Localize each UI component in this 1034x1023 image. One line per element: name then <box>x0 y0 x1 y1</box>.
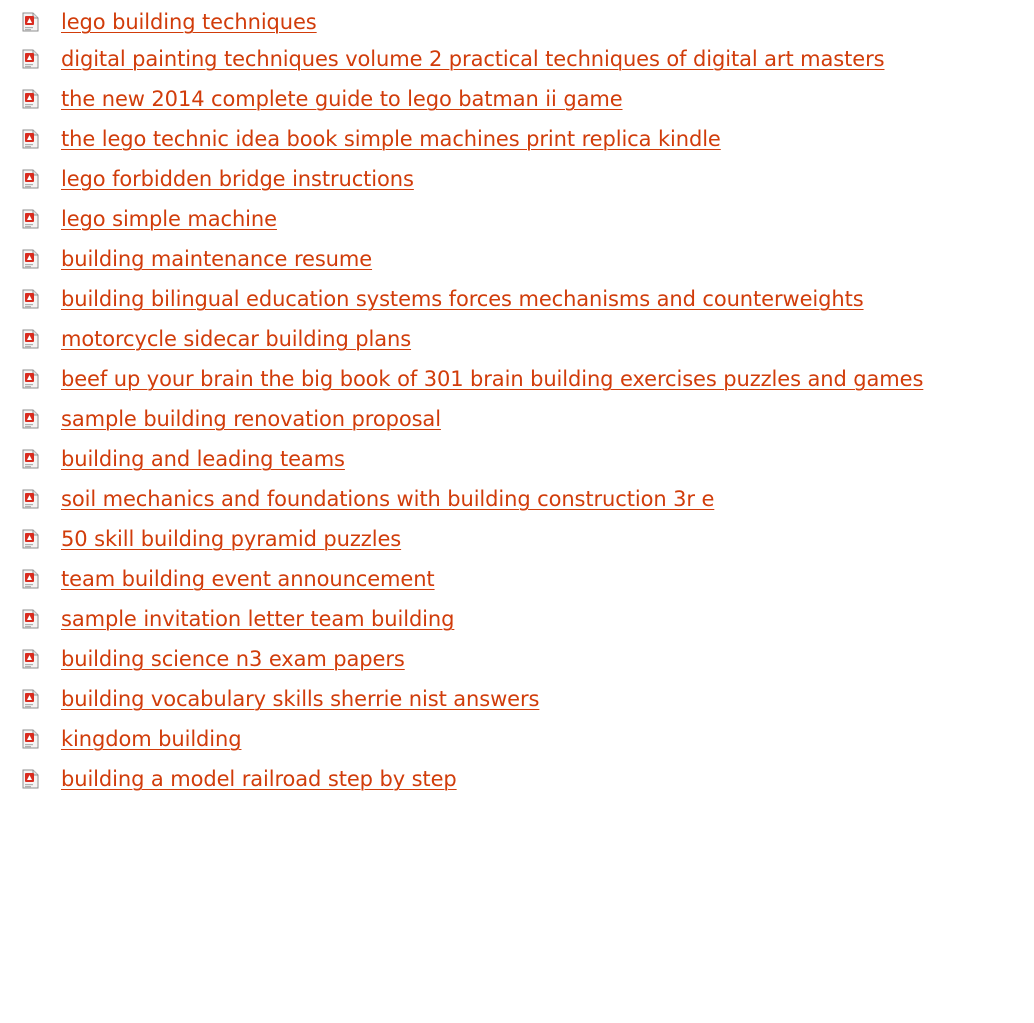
pdf-file-icon <box>22 769 39 789</box>
list-item: the lego technic idea book simple machin… <box>0 120 1034 160</box>
pdf-file-icon <box>22 529 39 549</box>
document-link[interactable]: lego building techniques <box>61 9 317 35</box>
list-item: building bilingual education systems for… <box>0 280 1034 320</box>
list-item: beef up your brain the big book of 301 b… <box>0 360 1034 400</box>
document-link[interactable]: motorcycle sidecar building plans <box>61 326 411 352</box>
list-item: soil mechanics and foundations with buil… <box>0 480 1034 520</box>
document-link[interactable]: kingdom building <box>61 726 242 752</box>
pdf-file-icon <box>22 449 39 469</box>
pdf-file-icon <box>22 409 39 429</box>
list-item: lego building techniques <box>0 3 1034 43</box>
list-item: building science n3 exam papers <box>0 640 1034 680</box>
list-item: kingdom building <box>0 720 1034 760</box>
document-link[interactable]: building science n3 exam papers <box>61 646 405 672</box>
document-link[interactable]: the lego technic idea book simple machin… <box>61 126 721 152</box>
pdf-file-icon <box>22 369 39 389</box>
list-item: digital painting techniques volume 2 pra… <box>0 40 1034 80</box>
list-item: the new 2014 complete guide to lego batm… <box>0 80 1034 120</box>
pdf-file-icon <box>22 169 39 189</box>
document-link[interactable]: soil mechanics and foundations with buil… <box>61 486 714 512</box>
document-link[interactable]: building a model railroad step by step <box>61 766 457 792</box>
document-link[interactable]: sample invitation letter team building <box>61 606 454 632</box>
document-link[interactable]: 50 skill building pyramid puzzles <box>61 526 401 552</box>
list-item: building a model railroad step by step <box>0 760 1034 800</box>
document-link[interactable]: lego simple machine <box>61 206 277 232</box>
pdf-file-icon <box>22 89 39 109</box>
document-link[interactable]: lego forbidden bridge instructions <box>61 166 414 192</box>
pdf-link-list: lego building techniques digital painting… <box>0 0 1034 1023</box>
list-item: building vocabulary skills sherrie nist … <box>0 680 1034 720</box>
pdf-file-icon <box>22 129 39 149</box>
list-item: sample building renovation proposal <box>0 400 1034 440</box>
list-item: team building event announcement <box>0 560 1034 600</box>
pdf-file-icon <box>22 649 39 669</box>
list-item: 50 skill building pyramid puzzles <box>0 520 1034 560</box>
pdf-file-icon <box>22 329 39 349</box>
pdf-file-icon <box>22 12 39 32</box>
document-link[interactable]: beef up your brain the big book of 301 b… <box>61 366 923 392</box>
document-link[interactable]: building vocabulary skills sherrie nist … <box>61 686 539 712</box>
document-link[interactable]: the new 2014 complete guide to lego batm… <box>61 86 623 112</box>
list-item: building maintenance resume <box>0 240 1034 280</box>
pdf-file-icon <box>22 49 39 69</box>
document-link[interactable]: building and leading teams <box>61 446 345 472</box>
pdf-file-icon <box>22 289 39 309</box>
document-link[interactable]: building maintenance resume <box>61 246 372 272</box>
pdf-file-icon <box>22 689 39 709</box>
pdf-file-icon <box>22 209 39 229</box>
list-item: lego simple machine <box>0 200 1034 240</box>
pdf-file-icon <box>22 609 39 629</box>
pdf-file-icon <box>22 569 39 589</box>
document-link[interactable]: building bilingual education systems for… <box>61 286 864 312</box>
list-item: motorcycle sidecar building plans <box>0 320 1034 360</box>
list-item: lego forbidden bridge instructions <box>0 160 1034 200</box>
pdf-file-icon <box>22 249 39 269</box>
document-link[interactable]: digital painting techniques volume 2 pra… <box>61 46 885 72</box>
pdf-file-icon <box>22 489 39 509</box>
list-item: building and leading teams <box>0 440 1034 480</box>
list-item: sample invitation letter team building <box>0 600 1034 640</box>
document-link[interactable]: sample building renovation proposal <box>61 406 441 432</box>
document-link[interactable]: team building event announcement <box>61 566 435 592</box>
pdf-file-icon <box>22 729 39 749</box>
